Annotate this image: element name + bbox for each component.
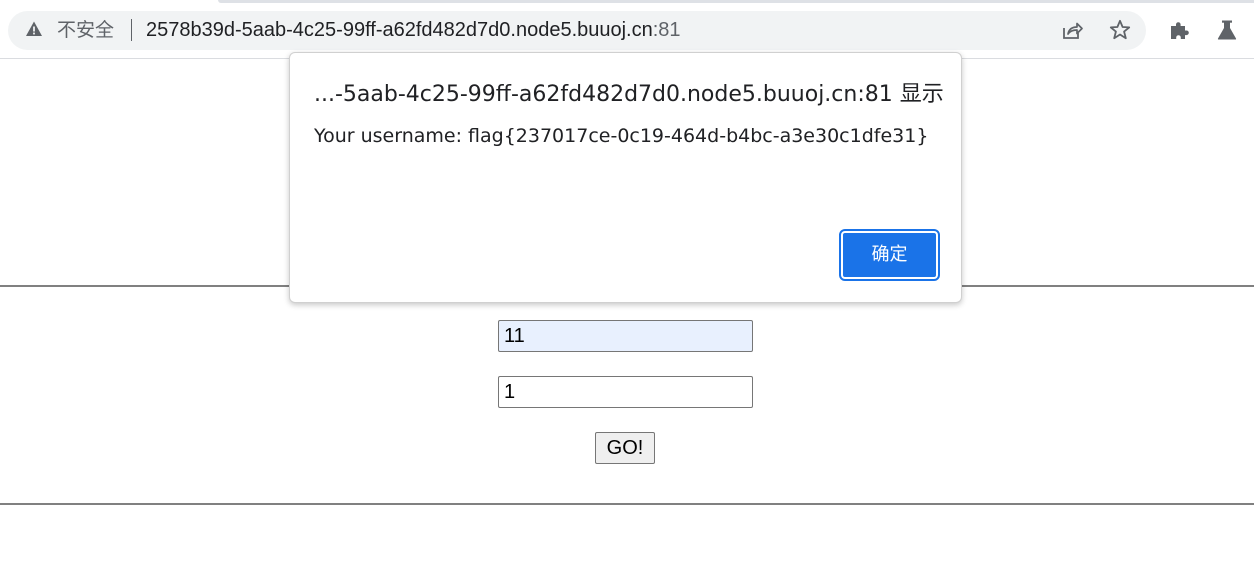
url-text[interactable]: 2578b39d-5aab-4c25-99ff-a62fd482d7d0.nod… [146, 18, 681, 42]
bookmark-star-icon[interactable] [1108, 18, 1132, 42]
alert-title: ...-5aab-4c25-99ff-a62fd482d7d0.node5.bu… [314, 82, 944, 107]
alert-dialog: ...-5aab-4c25-99ff-a62fd482d7d0.node5.bu… [289, 52, 962, 303]
security-status-label[interactable]: 不安全 [57, 18, 114, 42]
share-icon[interactable] [1060, 18, 1084, 42]
browser-toolbar: 不安全 2578b39d-5aab-4c25-99ff-a62fd482d7d0… [0, 0, 1254, 59]
omnibox-divider [131, 19, 132, 41]
labs-flask-icon[interactable] [1215, 18, 1239, 42]
warning-icon[interactable] [25, 20, 43, 38]
go-submit-button[interactable]: GO! [595, 432, 655, 464]
tab-strip-edge [218, 0, 1254, 3]
password-input[interactable]: 1 [498, 376, 753, 408]
username-input[interactable]: 11 [498, 320, 753, 352]
extensions-icon[interactable] [1168, 18, 1192, 42]
alert-message: Your username: flag{237017ce-0c19-464d-b… [314, 125, 929, 147]
alert-ok-button[interactable]: 确定 [839, 229, 940, 281]
url-host: 2578b39d-5aab-4c25-99ff-a62fd482d7d0.nod… [146, 19, 653, 41]
horizontal-rule-bottom [0, 503, 1254, 505]
url-port: :81 [652, 19, 681, 41]
